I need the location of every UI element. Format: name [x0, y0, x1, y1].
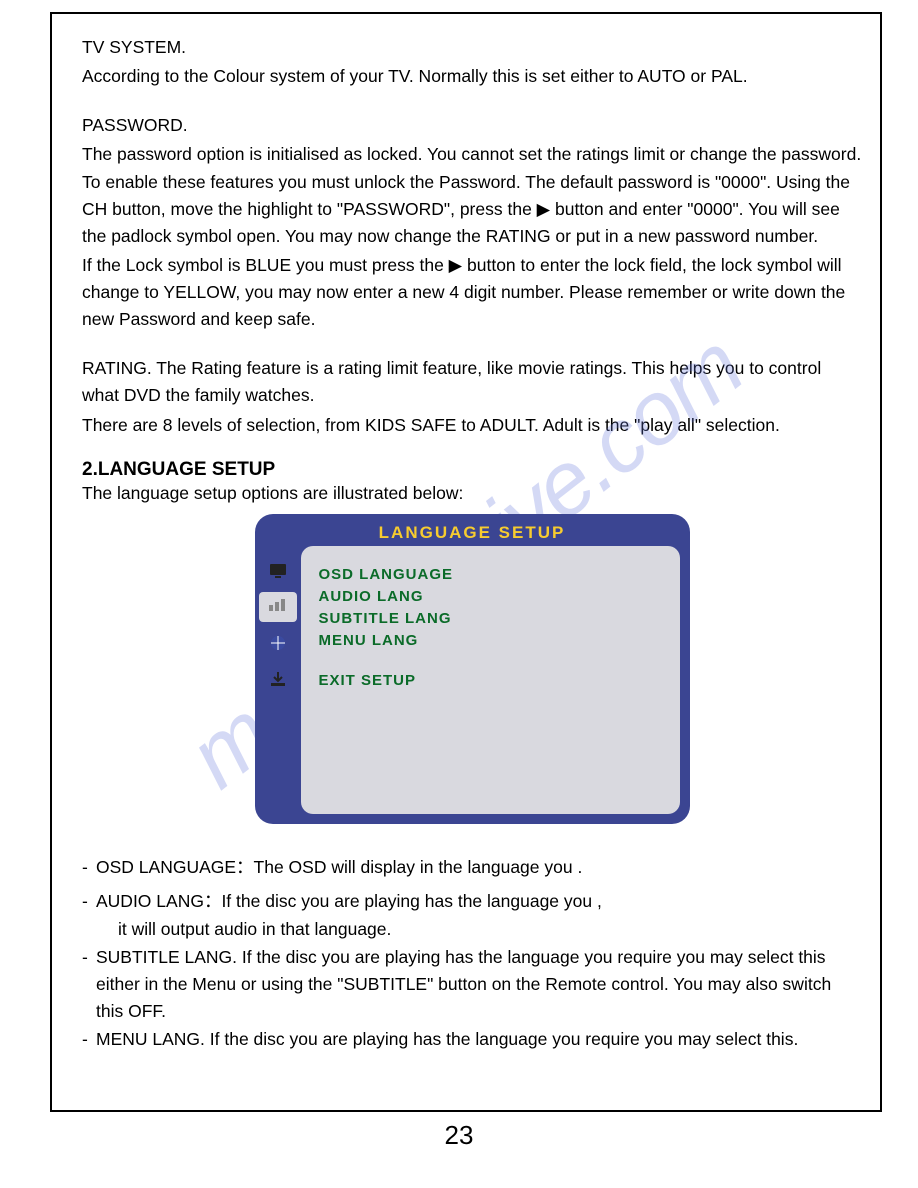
bullet-menu: MENU LANG. If the disc you are playing h… [96, 1026, 862, 1053]
bullet-audio-1: AUDIO LANG：If the disc you are playing h… [96, 888, 862, 915]
list-item: - AUDIO LANG：If the disc you are playing… [82, 888, 862, 915]
menu-item-exit[interactable]: EXIT SETUP [319, 672, 662, 689]
menu-title: LANGUAGE SETUP [255, 520, 690, 546]
tv-system-body: According to the Colour system of your T… [82, 63, 862, 90]
language-setup-heading: 2.LANGUAGE SETUP [82, 459, 862, 481]
bullet-list: - OSD LANGUAGE：The OSD will display in t… [82, 854, 862, 1054]
menu-item-osd[interactable]: OSD LANGUAGE [319, 566, 662, 583]
language-setup-menu: LANGUAGE SETUP OSD LANGUAGE AUDIO LANG [255, 514, 690, 824]
menu-item-audio[interactable]: AUDIO LANG [319, 588, 662, 605]
menu-item-menu[interactable]: MENU LANG [319, 632, 662, 649]
bullet-audio-2: it will output audio in that language. [96, 916, 862, 943]
menu-item-subtitle[interactable]: SUBTITLE LANG [319, 610, 662, 627]
globe-icon[interactable] [259, 628, 297, 658]
av-icon[interactable] [259, 592, 297, 622]
list-item: - OSD LANGUAGE：The OSD will display in t… [82, 854, 862, 881]
menu-panel: OSD LANGUAGE AUDIO LANG SUBTITLE LANG ME… [301, 546, 680, 814]
tv-icon[interactable] [259, 556, 297, 586]
language-setup-subtitle: The language setup options are illustrat… [82, 483, 862, 504]
list-item: it will output audio in that language. [82, 916, 862, 943]
rating-body-2: There are 8 levels of selection, from KI… [82, 412, 862, 439]
list-item: - SUBTITLE LANG. If the disc you are pla… [82, 944, 862, 1025]
page-frame: manualshive.com TV SYSTEM. According to … [50, 12, 882, 1112]
page-number: 23 [0, 1120, 918, 1151]
list-item: - MENU LANG. If the disc you are playing… [82, 1026, 862, 1053]
menu-sidebar [255, 546, 301, 814]
password-body-1: The password option is initialised as lo… [82, 141, 862, 250]
tv-system-title: TV SYSTEM. [82, 34, 862, 61]
password-title: PASSWORD. [82, 112, 862, 139]
bullet-osd: OSD LANGUAGE：The OSD will display in the… [96, 854, 862, 881]
password-body-2: If the Lock symbol is BLUE you must pres… [82, 252, 862, 333]
download-icon[interactable] [259, 664, 297, 694]
bullet-subtitle: SUBTITLE LANG. If the disc you are playi… [96, 944, 862, 1025]
rating-body-1: RATING. The Rating feature is a rating l… [82, 355, 862, 409]
